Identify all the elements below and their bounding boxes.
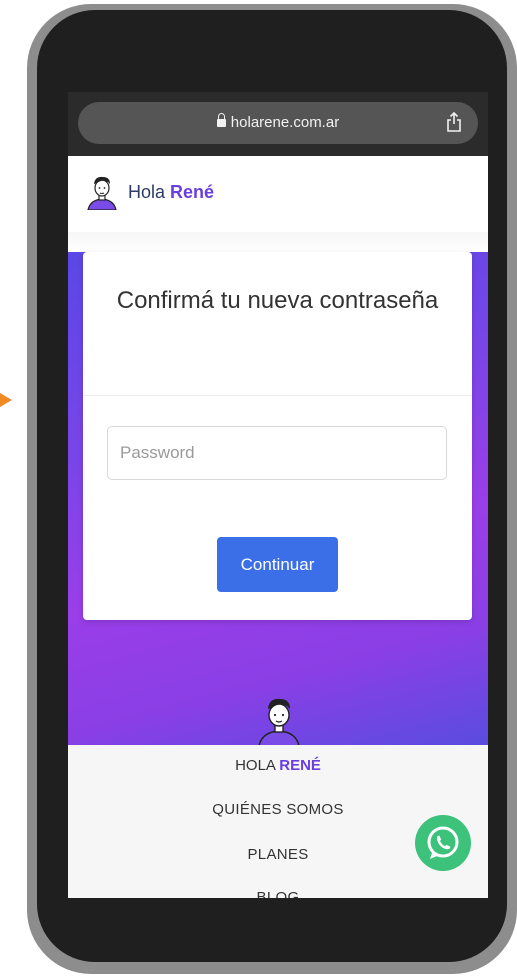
password-input[interactable] [107,426,447,480]
arrow-icon [0,393,12,407]
brand-accent: René [170,182,215,202]
header-divider [68,232,488,252]
footer-link-blog[interactable]: BLOG [68,889,488,898]
phone-screen: holarene.com.ar Hola René Confirmá tu nu… [68,92,488,898]
url-text: holarene.com.ar [230,114,340,131]
footer-brand[interactable]: HOLA RENÉ [68,757,488,774]
url-display: holarene.com.ar [78,113,478,131]
footer-brand-prefix: HOLA [235,757,280,774]
confirm-password-card: Confirmá tu nueva contraseña Continuar [83,252,472,620]
whatsapp-button[interactable] [415,815,471,871]
brand-prefix: Hola [128,182,171,202]
brand-name[interactable]: Hola René [128,182,214,203]
footer-brand-accent: RENÉ [279,757,321,774]
whatsapp-icon [427,826,459,859]
card-title: Confirmá tu nueva contraseña [116,287,439,314]
card-divider [83,395,472,396]
lock-icon [216,113,226,127]
browser-toolbar: holarene.com.ar [68,92,488,156]
share-icon[interactable] [446,112,462,132]
address-bar[interactable]: holarene.com.ar [78,102,478,144]
site-header: Hola René [68,156,488,232]
continue-button[interactable]: Continuar [217,537,338,592]
footer-logo-icon [258,698,300,746]
logo-icon[interactable] [86,174,118,210]
